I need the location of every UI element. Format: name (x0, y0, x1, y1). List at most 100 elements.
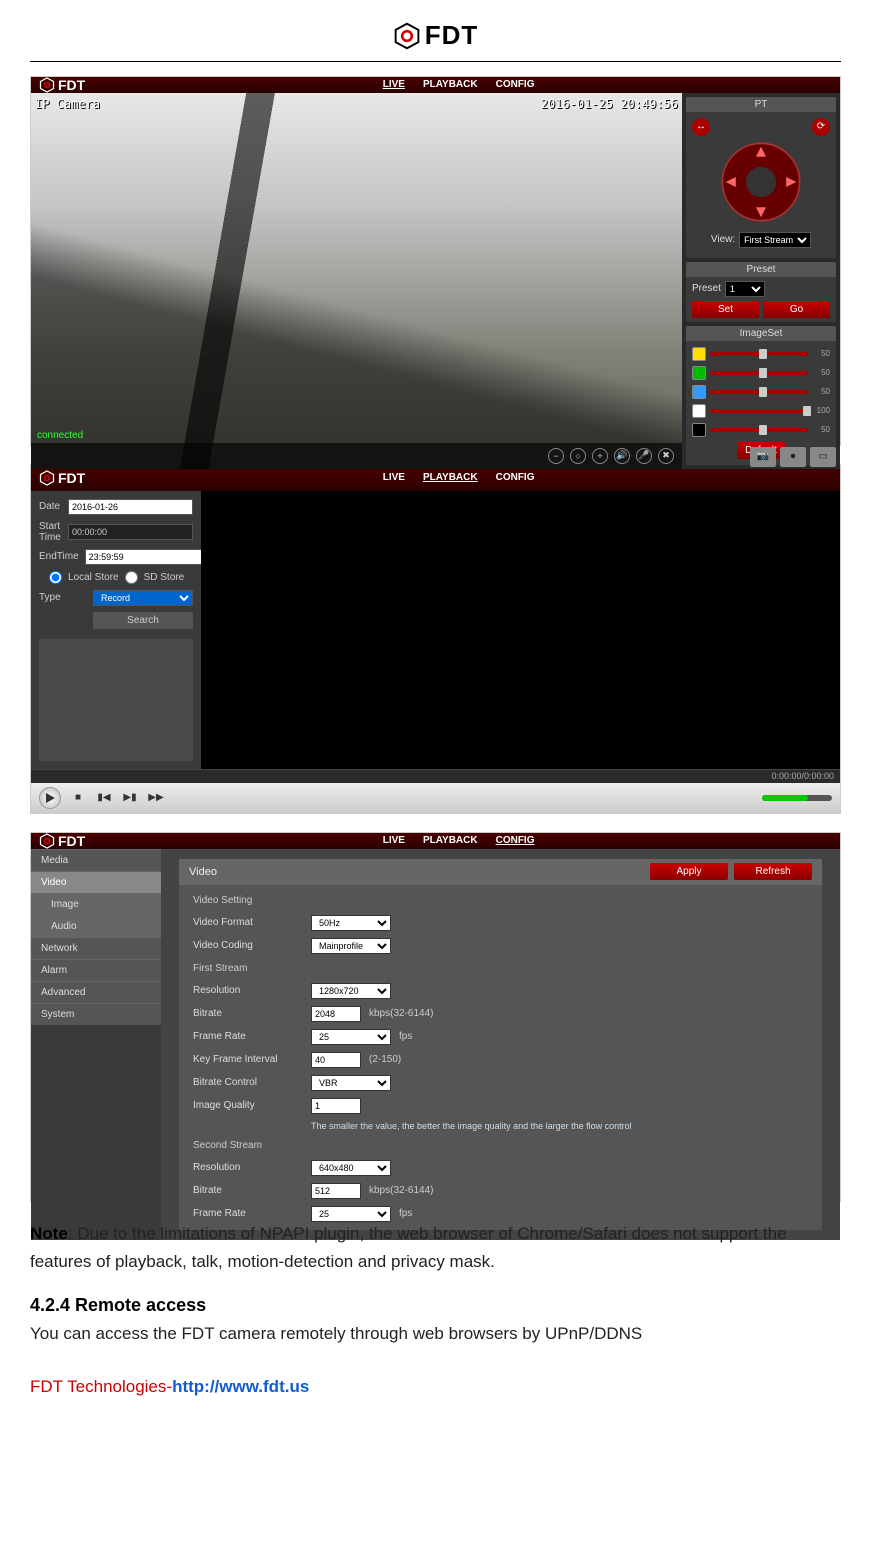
first-quality-input[interactable] (311, 1098, 361, 1114)
video-format-select[interactable]: 50Hz (311, 915, 391, 931)
image-slider-row: 100 (692, 404, 830, 418)
first-bitrate-control-select[interactable]: VBR (311, 1075, 391, 1091)
preset-set-button[interactable]: Set (692, 301, 759, 318)
type-select[interactable]: Record (93, 590, 193, 606)
preset-title: Preset (686, 262, 836, 277)
view-select[interactable]: First Stream (739, 232, 811, 248)
second-bitrate-input[interactable] (311, 1183, 361, 1199)
snapshot-row: 📷 ⏺ ▭ (746, 445, 840, 469)
first-frame-select[interactable]: 25 (311, 1029, 391, 1045)
pt-panel: PT ↔ ⟳ (686, 97, 836, 258)
tab-playback[interactable]: PLAYBACK (423, 79, 478, 90)
end-time-label: EndTime (39, 551, 79, 562)
apply-button[interactable]: Apply (650, 863, 728, 880)
image-slider-row: 50 (692, 347, 830, 361)
image-slider[interactable] (710, 409, 808, 413)
video-coding-select[interactable]: Mainprofile (311, 938, 391, 954)
step-fwd-icon[interactable]: ▶▮ (121, 789, 139, 807)
mic-icon[interactable]: 🎤 (636, 448, 652, 464)
config-menu: MediaVideoImageAudioNetworkAlarmAdvanced… (31, 849, 161, 1240)
refresh-button[interactable]: Refresh (734, 863, 812, 880)
menu-item-advanced[interactable]: Advanced (31, 981, 161, 1003)
start-time-input[interactable] (68, 524, 193, 540)
slider-value: 50 (812, 368, 830, 377)
playback-video-area[interactable] (201, 491, 840, 769)
right-control-panel: PT ↔ ⟳ (682, 93, 840, 469)
zoom-reset-icon[interactable]: ○ (570, 448, 586, 464)
tab-config[interactable]: CONFIG (496, 835, 535, 846)
sd-store-radio[interactable] (125, 571, 138, 584)
image-slider[interactable] (710, 390, 808, 394)
zoom-out-icon[interactable]: − (548, 448, 564, 464)
step-back-icon[interactable]: ▮◀ (95, 789, 113, 807)
first-bitrate-input[interactable] (311, 1006, 361, 1022)
preset-panel: Preset Preset 1 Set Go (686, 262, 836, 322)
local-store-radio[interactable] (49, 571, 62, 584)
tab-config[interactable]: CONFIG (496, 472, 535, 483)
preset-label: Preset (692, 283, 721, 294)
end-time-input[interactable] (85, 549, 210, 565)
folder-icon[interactable]: ▭ (810, 447, 836, 467)
image-slider[interactable] (710, 371, 808, 375)
preset-select[interactable]: 1 (725, 281, 765, 297)
local-store-label: Local Store (68, 572, 119, 583)
record-icon[interactable]: ⏺ (780, 447, 806, 467)
fdt-logo-icon (393, 22, 421, 50)
settings-icon[interactable]: ✖ (658, 448, 674, 464)
date-input[interactable] (68, 499, 193, 515)
image-slider[interactable] (710, 428, 808, 432)
speaker-icon[interactable]: 🔊 (614, 448, 630, 464)
image-slider-row: 50 (692, 423, 830, 437)
first-keyframe-input[interactable] (311, 1052, 361, 1068)
search-button[interactable]: Search (93, 612, 193, 629)
slider-value: 50 (812, 387, 830, 396)
pt-title: PT (686, 97, 836, 112)
fdt-logo: FDT (393, 20, 479, 51)
type-label: Type (39, 592, 87, 603)
fast-fwd-icon[interactable]: ▶▶ (147, 789, 165, 807)
live-video-area[interactable]: IP Camera 2016-01-25 20:49:56 connected … (31, 93, 682, 469)
menu-item-video[interactable]: Video (31, 871, 161, 893)
menu-item-network[interactable]: Network (31, 937, 161, 959)
stop-icon[interactable]: ■ (69, 789, 87, 807)
results-list (39, 639, 193, 761)
tab-live[interactable]: LIVE (383, 472, 405, 483)
menu-item-audio[interactable]: Audio (31, 915, 161, 937)
footer-url: http://www.fdt.us (172, 1377, 309, 1396)
play-button-icon[interactable] (39, 787, 61, 809)
tab-live[interactable]: LIVE (383, 835, 405, 846)
zoom-in-icon[interactable]: + (592, 448, 608, 464)
start-time-label: Start Time (39, 521, 62, 543)
tab-playback[interactable]: PLAYBACK (423, 835, 478, 846)
slider-value: 100 (812, 406, 830, 415)
tab-playback[interactable]: PLAYBACK (423, 472, 478, 483)
quality-note: The smaller the value, the better the im… (193, 1121, 808, 1131)
snapshot-icon[interactable]: 📷 (750, 447, 776, 467)
volume-slider[interactable] (762, 795, 832, 801)
menu-item-alarm[interactable]: Alarm (31, 959, 161, 981)
ptz-wheel[interactable] (719, 140, 803, 224)
second-resolution-select[interactable]: 640x480 (311, 1160, 391, 1176)
menu-item-media[interactable]: Media (31, 849, 161, 871)
menu-item-system[interactable]: System (31, 1003, 161, 1025)
playback-screenshot: FDT LIVE PLAYBACK CONFIG Date Start Time… (30, 464, 841, 814)
page-header: FDT (30, 20, 841, 62)
config-screenshot: FDT LIVE PLAYBACK CONFIG MediaVideoImage… (30, 832, 841, 1202)
live-view-screenshot: FDT LIVE PLAYBACK CONFIG IP Camera 2016-… (30, 76, 841, 446)
image-slider[interactable] (710, 352, 808, 356)
tab-live[interactable]: LIVE (383, 79, 405, 90)
first-resolution-select[interactable]: 1280x720 (311, 983, 391, 999)
menu-item-image[interactable]: Image (31, 893, 161, 915)
ptz-left-limit-icon[interactable]: ↔ (692, 118, 710, 136)
playback-timeline[interactable]: 0:00:00/0:00:00 (31, 769, 840, 783)
view-label: View: (711, 234, 735, 245)
preset-go-button[interactable]: Go (763, 301, 830, 318)
section-body: You can access the FDT camera remotely t… (30, 1320, 841, 1349)
slider-value: 50 (812, 349, 830, 358)
date-label: Date (39, 501, 62, 512)
ptz-right-limit-icon[interactable]: ⟳ (812, 118, 830, 136)
playback-controls: ■ ▮◀ ▶▮ ▶▶ (31, 783, 840, 813)
tab-config[interactable]: CONFIG (496, 79, 535, 90)
video-toolbar: − ○ + 🔊 🎤 ✖ (31, 443, 682, 469)
second-stream-section: Second Stream (193, 1138, 808, 1153)
